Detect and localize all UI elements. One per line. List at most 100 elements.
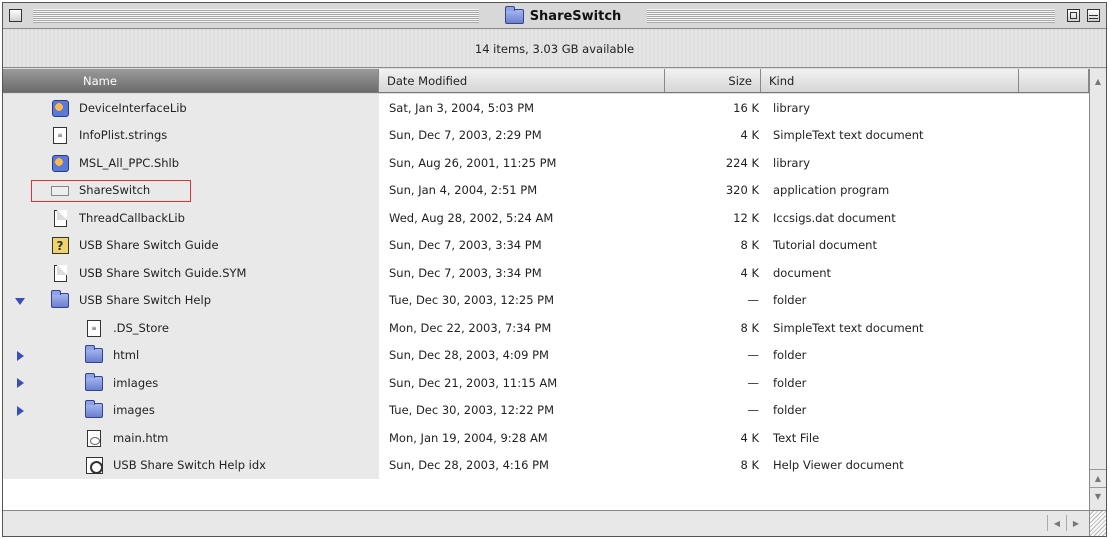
kind-cell: folder bbox=[761, 397, 1019, 425]
name-cell[interactable]: ? USB Share Switch Guide bbox=[3, 231, 379, 259]
file-name: .DS_Store bbox=[113, 320, 169, 335]
horizontal-scrollbar[interactable]: ◀ ▶ bbox=[3, 510, 1089, 536]
name-cell[interactable]: html bbox=[3, 341, 379, 369]
file-row[interactable]: ≡ InfoPlist.strings Sun, Dec 7, 2003, 2:29… bbox=[3, 121, 1089, 150]
scroll-left-arrow-icon[interactable]: ◀ bbox=[1047, 515, 1066, 531]
name-cell[interactable]: ≡ .DS_Store bbox=[3, 314, 379, 342]
kind-cell: Tutorial document bbox=[761, 232, 1019, 260]
kind-cell: Help Viewer document bbox=[761, 452, 1019, 480]
date-modified-cell: Sun, Dec 7, 2003, 2:29 PM bbox=[379, 122, 665, 150]
size-cell-text: 8 K bbox=[740, 458, 759, 473]
disclosure-collapsed-icon[interactable] bbox=[17, 405, 24, 416]
date-modified-cell-text: Sun, Dec 28, 2003, 4:16 PM bbox=[389, 458, 549, 473]
extra-cell bbox=[1019, 314, 1089, 342]
vertical-scrollbar[interactable]: ▲ ▲ ▼ bbox=[1089, 69, 1106, 510]
file-row[interactable]: ? USB Share Switch Guide Sun, Dec 7, 2003,… bbox=[3, 231, 1089, 260]
name-cell[interactable]: ShareSwitch bbox=[3, 176, 379, 204]
scroll-up-arrow-icon[interactable]: ▲ bbox=[1090, 73, 1106, 90]
title-bar[interactable]: ShareSwitch bbox=[3, 3, 1106, 29]
text-document-icon: ≡ bbox=[85, 319, 103, 337]
scroll-up-arrow-bottom-icon[interactable]: ▲ bbox=[1090, 469, 1106, 486]
file-row[interactable]: MSL_All_PPC.Shlb Sun, Aug 26, 2001, 11:25… bbox=[3, 149, 1089, 177]
kind-cell-text: Text File bbox=[773, 430, 820, 445]
kind-cell-text: library bbox=[773, 100, 810, 115]
scroll-right-arrow-icon[interactable]: ▶ bbox=[1066, 515, 1085, 531]
size-cell: 4 K bbox=[665, 424, 761, 452]
file-row[interactable]: ShareSwitch Sun, Jan 4, 2004, 2:51 PM 320 … bbox=[3, 176, 1089, 204]
column-header-kind-label: Kind bbox=[769, 73, 795, 88]
file-row[interactable]: html Sun, Dec 28, 2003, 4:09 PM — folder bbox=[3, 341, 1089, 370]
name-cell[interactable]: USB Share Switch Help idx bbox=[3, 451, 379, 479]
selection-highlight bbox=[31, 179, 191, 202]
name-cell[interactable]: imIages bbox=[3, 369, 379, 397]
resize-grow-box[interactable] bbox=[1089, 510, 1106, 536]
name-cell[interactable]: ≡ InfoPlist.strings bbox=[3, 121, 379, 149]
disclosure-collapsed-icon[interactable] bbox=[17, 378, 24, 388]
kind-cell-text: document bbox=[773, 265, 832, 280]
folder-icon bbox=[504, 5, 524, 24]
date-modified-cell-text: Tue, Dec 30, 2003, 12:22 PM bbox=[389, 403, 555, 418]
column-header-size[interactable]: Size bbox=[665, 69, 761, 92]
name-cell[interactable]: USB Share Switch Help bbox=[3, 286, 379, 314]
column-header-date-label: Date Modified bbox=[387, 73, 468, 88]
column-header-name-label: Name bbox=[83, 73, 117, 88]
kind-cell: folder bbox=[761, 287, 1019, 315]
size-cell: 12 K bbox=[665, 204, 761, 232]
scroll-down-arrow-icon[interactable]: ▼ bbox=[1090, 487, 1106, 504]
horizontal-scroll-arrows: ◀ ▶ bbox=[1047, 515, 1085, 531]
kind-cell-text: Iccsigs.dat document bbox=[773, 210, 896, 225]
file-row[interactable]: DeviceInterfaceLib Sat, Jan 3, 2004, 5:03… bbox=[3, 94, 1089, 122]
date-modified-cell-text: Sat, Jan 3, 2004, 5:03 PM bbox=[389, 100, 535, 115]
name-cell[interactable]: main.htm bbox=[3, 424, 379, 452]
name-cell[interactable]: MSL_All_PPC.Shlb bbox=[3, 149, 379, 177]
column-header-extra[interactable] bbox=[1019, 69, 1089, 92]
kind-cell: folder bbox=[761, 342, 1019, 370]
name-cell[interactable]: ThreadCallbackLib bbox=[3, 204, 379, 232]
date-modified-cell: Sun, Dec 28, 2003, 4:16 PM bbox=[379, 452, 665, 480]
file-row[interactable]: USB Share Switch Help Tue, Dec 30, 2003, … bbox=[3, 286, 1089, 315]
extra-cell bbox=[1019, 424, 1089, 452]
close-box[interactable] bbox=[9, 9, 22, 22]
size-cell-text: 12 K bbox=[733, 210, 759, 225]
guide-icon: ? bbox=[51, 237, 69, 255]
name-cell[interactable]: DeviceInterfaceLib bbox=[3, 94, 379, 122]
column-header-kind[interactable]: Kind bbox=[761, 69, 1019, 92]
disclosure-collapsed-icon[interactable] bbox=[17, 350, 24, 361]
column-header-date[interactable]: Date Modified bbox=[379, 69, 665, 92]
extra-cell bbox=[1019, 287, 1089, 315]
title-stripes-left bbox=[33, 9, 479, 23]
help-index-icon bbox=[85, 457, 103, 475]
file-name: USB Share Switch Help idx bbox=[113, 458, 266, 473]
extra-cell bbox=[1019, 342, 1089, 370]
file-row[interactable]: main.htm Mon, Jan 19, 2004, 9:28 AM 4 K Tex… bbox=[3, 424, 1089, 452]
file-row[interactable]: USB Share Switch Help idx Sun, Dec 28, 20… bbox=[3, 451, 1089, 480]
extra-cell bbox=[1019, 204, 1089, 232]
extra-cell bbox=[1019, 232, 1089, 260]
file-row[interactable]: ThreadCallbackLib Wed, Aug 28, 2002, 5:24… bbox=[3, 204, 1089, 232]
document-icon bbox=[51, 264, 69, 282]
status-bar: 14 items, 3.03 GB available bbox=[3, 30, 1106, 68]
file-row[interactable]: ≡ .DS_Store Mon, Dec 22, 2003, 7:34 PM 8 K S… bbox=[3, 314, 1089, 342]
disclosure-expanded-icon[interactable] bbox=[15, 297, 25, 305]
kind-cell: document bbox=[761, 259, 1019, 287]
file-row[interactable]: images Tue, Dec 30, 2003, 12:22 PM — folder bbox=[3, 396, 1089, 425]
date-modified-cell: Sun, Dec 28, 2003, 4:09 PM bbox=[379, 342, 665, 370]
kind-cell-text: folder bbox=[773, 348, 807, 363]
size-cell: 16 K bbox=[665, 94, 761, 122]
size-cell-text: 8 K bbox=[740, 238, 759, 253]
column-header-name[interactable]: Name bbox=[3, 69, 379, 92]
collapse-box[interactable] bbox=[1087, 9, 1100, 22]
extra-cell bbox=[1019, 369, 1089, 397]
kind-cell: library bbox=[761, 94, 1019, 122]
file-row[interactable]: imIages Sun, Dec 21, 2003, 11:15 AM — folde… bbox=[3, 369, 1089, 397]
title-group: ShareSwitch bbox=[483, 5, 643, 26]
library-icon bbox=[51, 99, 69, 117]
name-cell[interactable]: USB Share Switch Guide.SYM bbox=[3, 259, 379, 287]
date-modified-cell: Wed, Aug 28, 2002, 5:24 AM bbox=[379, 204, 665, 232]
file-row[interactable]: USB Share Switch Guide.SYM Sun, Dec 7, 20… bbox=[3, 259, 1089, 287]
date-modified-cell-text: Sun, Jan 4, 2004, 2:51 PM bbox=[389, 183, 538, 198]
name-cell[interactable]: images bbox=[3, 396, 379, 424]
zoom-box[interactable] bbox=[1067, 9, 1080, 22]
kind-cell-text: SimpleText text document bbox=[773, 128, 924, 143]
kind-cell-text: folder bbox=[773, 403, 807, 418]
